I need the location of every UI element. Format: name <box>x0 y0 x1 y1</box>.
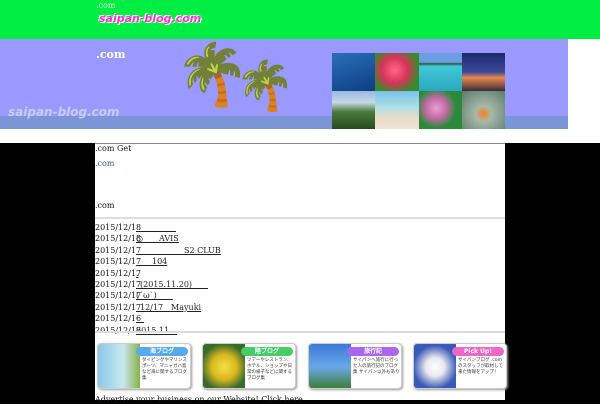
top-bar: .com saipan-blog.com <box>0 0 600 39</box>
news-item: 2015/12/17(´ω`)____ <box>95 290 505 301</box>
news-item: 2015/12/18○____AVIS <box>95 233 505 244</box>
photo-beach <box>375 91 419 129</box>
card-image <box>98 344 140 388</box>
news-link[interactable]: _(2015.11.20)____ <box>136 280 208 289</box>
main-content: .com Get .com .com 2015/12/18__________ … <box>95 143 507 404</box>
palm-tree-icon: 🌴 <box>235 58 295 114</box>
news-link[interactable]: (´ω`)____ <box>136 291 173 300</box>
news-date: 2015/12/18 <box>95 223 142 232</box>
card-text: サイパンブログ .com のスタッフが取材して来た情報をアップ！ <box>458 358 503 375</box>
card-image <box>414 344 456 388</box>
news-link[interactable]: ____________S2 CLUB <box>136 246 221 255</box>
news-link[interactable]: . <box>136 269 139 278</box>
card-image <box>309 344 351 388</box>
news-date: 2015/12/17 <box>95 257 142 267</box>
news-date: 2015/12/16 <box>95 314 142 324</box>
card-pick-up[interactable]: Pick Up! サイパンブログ .com のスタッフが取材して来た情報をアップ… <box>413 343 507 389</box>
card-tag: 海ブログ <box>136 347 188 356</box>
news-date: 2015/12/17 <box>95 291 142 301</box>
card-text: ツアーやレストラン、ホテル、ショップや日常の様子などに関するブログ集 <box>247 358 292 381</box>
news-item: 2015/12/16__ <box>95 313 505 324</box>
news-link[interactable]: _12/17__Mayuki <box>136 303 201 312</box>
photo-palms <box>332 91 376 129</box>
news-link[interactable]: __________ <box>136 223 176 232</box>
news-date: 2015/12/17 <box>95 302 142 312</box>
news-item: 2015/12/17. <box>95 268 505 279</box>
photo-grid <box>332 53 505 129</box>
news-date: 2015/12/17 <box>95 279 142 289</box>
photo-coral <box>461 91 505 129</box>
news-link[interactable]: __ <box>136 314 144 323</box>
news-item: 2015/12/18__________ <box>95 222 505 233</box>
category-cards: 海ブログ ダイビングやマリンスポーツ、マニャガハ島など海に関するブログ集 陸ブロ… <box>95 331 507 389</box>
card-land-blog[interactable]: 陸ブログ ツアーやレストラン、ホテル、ショップや日常の様子などに関するブログ集 <box>202 343 296 389</box>
intro-text: .com Get <box>95 144 132 153</box>
card-tag: Pick Up! <box>452 347 504 356</box>
news-item: 2015/12/17____________S2 CLUB <box>95 245 505 256</box>
news-link[interactable]: ○____AVIS <box>136 234 179 243</box>
photo-plumeria <box>375 53 419 91</box>
site-logo[interactable]: saipan-blog.com <box>99 12 201 25</box>
intro-link[interactable]: .com <box>95 159 114 168</box>
news-item: 2015/12/17____104 <box>95 256 505 267</box>
news-date: 2015/12/17 <box>95 245 142 255</box>
news-list: 2015/12/18__________ 2015/12/18○____AVIS… <box>95 217 505 336</box>
top-small-text: .com <box>96 1 116 10</box>
card-tag: 陸ブログ <box>241 347 293 356</box>
news-link[interactable]: ____104 <box>136 257 167 266</box>
card-image <box>203 344 245 388</box>
card-travel-log[interactable]: 旅行記 サイパンへ旅行に行った人の旅行記のブログ集 サイパン以外もあり <box>308 343 402 389</box>
news-date: 2015/12/18 <box>95 234 142 244</box>
card-tag: 旅行記 <box>347 347 399 356</box>
news-item: 2015/12/17_12/17__Mayuki <box>95 302 505 313</box>
photo-sunset <box>461 53 505 91</box>
banner-logo: saipan-blog.com <box>8 105 120 119</box>
card-text: サイパンへ旅行に行った人の旅行記のブログ集 サイパン以外もあり <box>353 358 400 375</box>
news-date: 2015/12/17 <box>95 268 142 278</box>
photo-lagoon <box>418 53 462 91</box>
news-item: 2015/12/17_(2015.11.20)____ <box>95 279 505 290</box>
card-sea-blog[interactable]: 海ブログ ダイビングやマリンスポーツ、マニャガハ島など海に関するブログ集 <box>97 343 191 389</box>
photo-flowers <box>418 91 462 129</box>
banner: 🌴 🌴 .com saipan-blog.com <box>0 39 568 129</box>
section-heading: .com <box>95 201 115 210</box>
banner-title: .com <box>96 48 126 61</box>
card-text: ダイビングやマリンスポーツ、マニャガハ島など海に関するブログ集 <box>142 358 187 381</box>
photo-diver <box>332 53 376 91</box>
